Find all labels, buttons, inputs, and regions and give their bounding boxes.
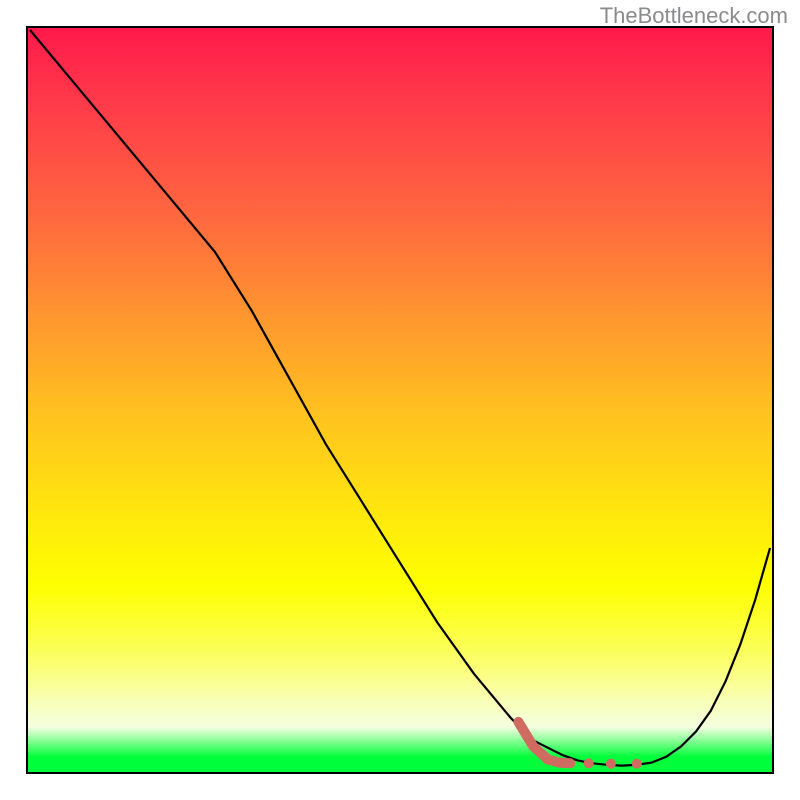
optimum-dots bbox=[584, 758, 642, 768]
chart-container: TheBottleneck.com bbox=[0, 0, 800, 800]
plot-area bbox=[26, 26, 774, 774]
optimum-dot bbox=[584, 758, 594, 768]
optimum-highlight bbox=[518, 722, 570, 763]
optimum-dot bbox=[632, 759, 642, 769]
optimum-dot bbox=[606, 759, 616, 769]
plot-overlay-svg bbox=[26, 26, 774, 774]
bottleneck-curve bbox=[30, 30, 770, 766]
